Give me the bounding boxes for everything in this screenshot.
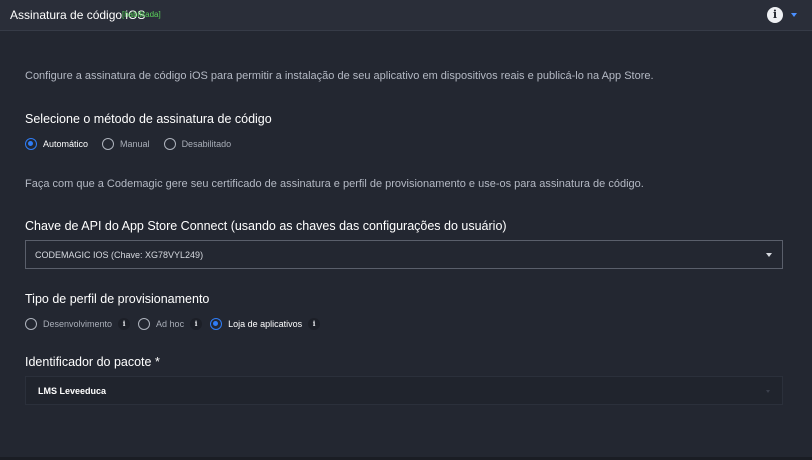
signing-method-title: Selecione o método de assinatura de códi… <box>25 112 272 126</box>
info-icon[interactable]: i <box>767 7 783 23</box>
bundle-id-field[interactable]: LMS Leveeduca <box>25 376 783 405</box>
radio-label: Desabilitado <box>181 139 232 149</box>
bundle-id-title: Identificador do pacote * <box>25 355 160 369</box>
radio-ad-hoc[interactable]: Ad hoc <box>138 318 184 330</box>
signing-method-options: Automático Manual Desabilitado <box>25 136 245 152</box>
radio-unchecked-icon <box>163 138 176 150</box>
api-key-title: Chave de API do App Store Connect (usand… <box>25 219 507 233</box>
info-icon[interactable]: i <box>118 318 131 330</box>
profile-type-options: Desenvolvimento i Ad hoc i Loja de aplic… <box>25 316 328 332</box>
radio-app-store[interactable]: Loja de aplicativos <box>210 318 302 330</box>
enabled-badge: [habilitada] <box>122 10 161 19</box>
radio-label: Ad hoc <box>156 319 185 329</box>
radio-checked-icon <box>210 318 223 330</box>
chevron-down-icon <box>766 390 770 393</box>
radio-label: Loja de aplicativos <box>228 319 303 329</box>
radio-checked-icon <box>25 138 37 150</box>
profile-type-title: Tipo de perfil de provisionamento <box>25 292 210 306</box>
radio-unchecked-icon <box>102 138 115 150</box>
chevron-down-icon <box>766 253 772 257</box>
api-key-value: CODEMAGIC IOS (Chave: XG78VYL249) <box>35 250 204 260</box>
radio-disabled[interactable]: Desabilitado <box>163 138 232 150</box>
radio-label: Manual <box>120 139 150 149</box>
section-header[interactable]: Assinatura de código iOS [habilitada] i <box>0 0 812 31</box>
radio-development[interactable]: Desenvolvimento <box>25 318 112 330</box>
radio-unchecked-icon <box>138 318 151 330</box>
section-description: Configure a assinatura de código iOS par… <box>25 70 654 82</box>
radio-automatic[interactable]: Automático <box>25 138 88 150</box>
info-icon[interactable]: i <box>308 318 321 330</box>
bundle-id-value: LMS Leveeduca <box>38 386 107 396</box>
radio-label: Automático <box>43 139 89 149</box>
signing-method-help: Faça com que a Codemagic gere seu certif… <box>25 178 644 190</box>
info-icon[interactable]: i <box>190 318 203 330</box>
radio-unchecked-icon <box>25 318 37 330</box>
radio-manual[interactable]: Manual <box>102 138 150 150</box>
api-key-select[interactable]: CODEMAGIC IOS (Chave: XG78VYL249) <box>25 240 783 269</box>
radio-label: Desenvolvimento <box>43 319 113 329</box>
chevron-down-icon[interactable] <box>791 13 797 17</box>
